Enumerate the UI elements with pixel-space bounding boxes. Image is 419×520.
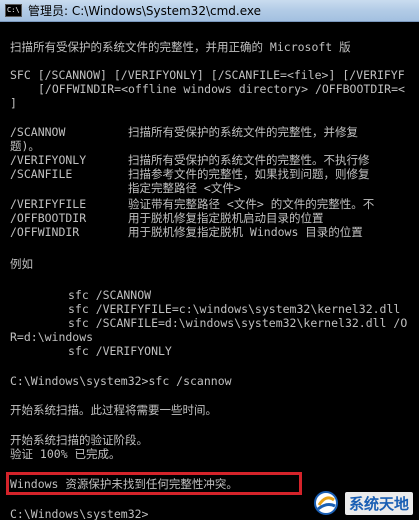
example-command: sfc /SCANFILE=d:\windows\system32\kernel…: [68, 316, 408, 330]
console-line-syntax: [/OFFWINDIR=<offline windows directory> …: [38, 82, 405, 96]
option-description: 用于脱机修复指定脱机 Windows 目录的位置: [128, 225, 363, 239]
scan-start-message: 开始系统扫描。此过程将需要一些时间。: [10, 403, 217, 417]
option-description: 验证带有完整路径 <文件> 的文件的完整性。不: [128, 197, 375, 211]
final-prompt[interactable]: C:\Windows\system32>: [10, 508, 148, 520]
example-command: sfc /VERIFYFILE=c:\windows\system32\kern…: [68, 302, 401, 316]
option-description: 扫描所有受保护的系统文件的完整性，并修复: [128, 125, 358, 139]
option-description: 扫描所有受保护的系统文件的完整性。不执行修: [128, 153, 370, 167]
example-command-wrap: R=d:\windows: [10, 330, 94, 344]
verify-stage-message: 开始系统扫描的验证阶段。: [10, 433, 148, 447]
window-title: 管理员: C:\Windows\System32\cmd.exe: [28, 4, 261, 18]
example-command: sfc /SCANNOW: [68, 288, 152, 302]
option-name: /OFFBOOTDIR: [10, 211, 87, 225]
option-name: /OFFWINDIR: [10, 225, 80, 239]
cmd-icon: C:\: [5, 4, 22, 17]
prompt-command: C:\Windows\system32>sfc /scannow: [10, 374, 232, 388]
cmd-window: C:\ 管理员: C:\Windows\System32\cmd.exe 扫描所…: [0, 0, 419, 520]
result-highlight-box: [6, 472, 302, 495]
watermark-text: 系统天地: [344, 491, 413, 515]
example-command: sfc /VERIFYONLY: [68, 344, 172, 358]
option-description: 扫描参考文件的完整性，如果找到问题，则修复: [128, 167, 370, 181]
title-bar[interactable]: C:\ 管理员: C:\Windows\System32\cmd.exe: [0, 0, 419, 22]
watermark: 系统天地: [311, 490, 413, 516]
console-line-syntax: SFC [/SCANNOW] [/VERIFYONLY] [/SCANFILE=…: [10, 68, 405, 82]
option-name: /VERIFYFILE: [10, 197, 87, 211]
option-description-cont: 题)。: [10, 139, 40, 153]
option-name: /SCANNOW: [10, 125, 66, 139]
option-name: /SCANFILE: [10, 167, 73, 181]
console-line-syntax: ]: [10, 96, 17, 110]
option-description: 用于脱机修复指定脱机启动目录的位置: [128, 211, 324, 225]
option-description-cont: 指定完整路径 <文件>: [128, 181, 241, 195]
example-heading: 例如: [10, 257, 33, 271]
option-name: /VERIFYONLY: [10, 153, 87, 167]
console-line-intro: 扫描所有受保护的系统文件的完整性，并用正确的 Microsoft 版: [10, 40, 351, 54]
verify-done-message: 验证 100% 已完成。: [10, 447, 121, 461]
watermark-logo-icon: [311, 490, 341, 516]
console-output[interactable]: 扫描所有受保护的系统文件的完整性，并用正确的 Microsoft 版 SFC […: [10, 22, 419, 520]
